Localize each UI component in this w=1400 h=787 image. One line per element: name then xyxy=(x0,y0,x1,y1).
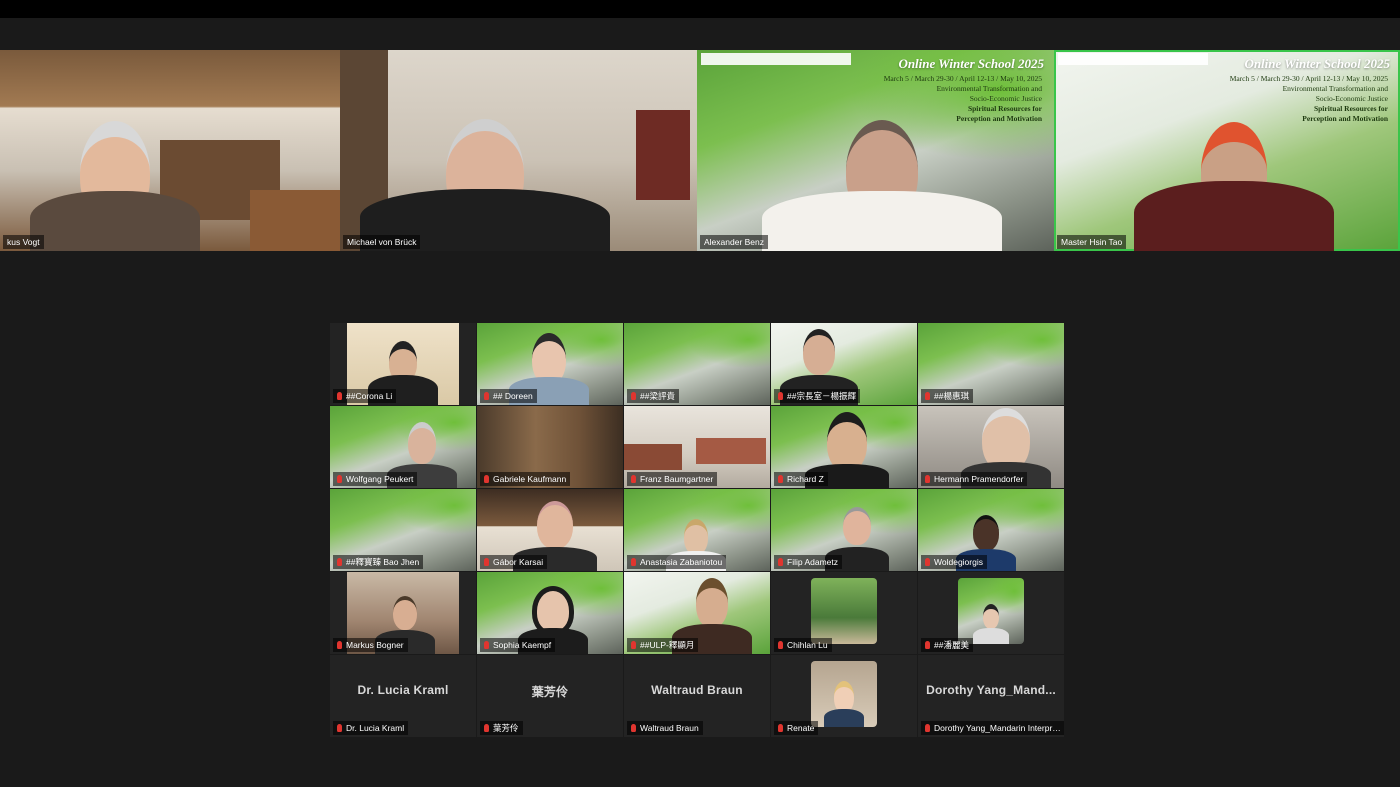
participant-video xyxy=(1134,86,1334,251)
participant-name: Waltraud Braun xyxy=(627,721,703,735)
gallery-tile[interactable]: Richard Z xyxy=(771,406,917,488)
gallery-tile[interactable]: Woldegiorgis xyxy=(918,489,1064,571)
speaker-tile-2[interactable]: Michael von Brück xyxy=(340,50,697,251)
speaker-name-label: kus Vogt xyxy=(3,235,44,249)
gallery-tile-camera-off[interactable]: Dr. Lucia Kraml Dr. Lucia Kraml xyxy=(330,655,476,737)
gallery-tile[interactable]: Franz Baumgartner xyxy=(624,406,770,488)
gallery-tile[interactable]: Gabriele Kaufmann xyxy=(477,406,623,488)
participant-name: Franz Baumgartner xyxy=(627,472,718,486)
gallery-tile-camera-off[interactable]: Dorothy Yang_Mand... Dorothy Yang_Mandar… xyxy=(918,655,1064,737)
camera-off-name: 葉芳伶 xyxy=(531,685,569,699)
banner-title: Online Winter School 2025 xyxy=(898,56,1044,71)
speaker-strip: kus Vogt Michael von Brück Online Winter… xyxy=(0,50,1400,251)
window-top-bar xyxy=(0,0,1400,18)
speaker-tile-3[interactable]: Online Winter School 2025 March 5 / Marc… xyxy=(697,50,1054,251)
gallery-tile[interactable]: Markus Bogner xyxy=(330,572,476,654)
video-thumbnail xyxy=(811,578,877,644)
gallery-tile[interactable]: Hermann Pramendorfer xyxy=(918,406,1064,488)
gallery-tile[interactable]: ##宗長室－楊振輝 xyxy=(771,323,917,405)
participant-name: ## Doreen xyxy=(480,389,537,403)
participant-name: Markus Bogner xyxy=(333,638,408,652)
camera-off-name: Dr. Lucia Kraml xyxy=(357,683,449,697)
wall-hanging xyxy=(636,110,690,200)
participant-name: ##潘麗美 xyxy=(921,638,973,652)
participant-name: Chihlan Lu xyxy=(774,638,832,652)
participant-name: Gábor Karsai xyxy=(480,555,548,569)
gallery-tile-camera-off[interactable]: 葉芳伶 葉芳伶 xyxy=(477,655,623,737)
participant-name: Gabriele Kaufmann xyxy=(480,472,571,486)
desk xyxy=(250,190,340,251)
participant-name: Hermann Pramendorfer xyxy=(921,472,1028,486)
organizer-logos xyxy=(1058,53,1208,65)
participant-video xyxy=(757,86,1007,251)
participant-name: ##ULP-釋顯月 xyxy=(627,638,699,652)
organizer-logos xyxy=(701,53,851,65)
gallery-tile[interactable]: Gábor Karsai xyxy=(477,489,623,571)
speaker-tile-1[interactable]: kus Vogt xyxy=(0,50,340,251)
gallery-tile[interactable]: ##梁評貴 xyxy=(624,323,770,405)
participant-name: Dr. Lucia Kraml xyxy=(333,721,409,735)
gallery-tile[interactable]: Sophia Kaempf xyxy=(477,572,623,654)
gallery-tile[interactable]: Filip Adametz xyxy=(771,489,917,571)
video-thumbnail xyxy=(811,661,877,727)
gallery-tile[interactable]: Anastasia Zabaniotou xyxy=(624,489,770,571)
participant-name: ##Corona Li xyxy=(333,389,397,403)
speaker-name-label: Alexander Benz xyxy=(700,235,769,249)
participant-gallery: ##Corona Li ## Doreen ##梁評貴 ##宗長室－楊振輝 ##… xyxy=(330,323,1066,737)
gallery-tile[interactable]: ##Corona Li xyxy=(330,323,476,405)
camera-off-name: Dorothy Yang_Mand... xyxy=(926,683,1056,697)
speaker-name-label: Master Hsin Tao xyxy=(1057,235,1127,249)
participant-name: Dorothy Yang_Mandarin Interpre... xyxy=(921,721,1064,735)
participant-name: Sophia Kaempf xyxy=(480,638,556,652)
participant-video xyxy=(360,81,610,251)
gallery-tile[interactable]: Chihlan Lu xyxy=(771,572,917,654)
participant-name: Filip Adametz xyxy=(774,555,843,569)
banner-title: Online Winter School 2025 xyxy=(1244,56,1390,71)
camera-off-name: Waltraud Braun xyxy=(651,683,743,697)
participant-name: Woldegiorgis xyxy=(921,555,987,569)
gallery-tile[interactable]: ##楊惠琪 xyxy=(918,323,1064,405)
participant-name: ##楊惠琪 xyxy=(921,389,973,403)
speaker-name-label: Michael von Brück xyxy=(343,235,421,249)
participant-name: ##宗長室－楊振輝 xyxy=(774,389,860,403)
video-thumbnail xyxy=(958,578,1024,644)
wall-picture xyxy=(624,444,682,470)
gallery-tile[interactable]: Renate xyxy=(771,655,917,737)
participant-name: Renate xyxy=(774,721,819,735)
gallery-tile-camera-off[interactable]: Waltraud Braun Waltraud Braun xyxy=(624,655,770,737)
participant-name: Richard Z xyxy=(774,472,828,486)
gallery-tile[interactable]: Wolfgang Peukert xyxy=(330,406,476,488)
speaker-tile-active[interactable]: Online Winter School 2025 March 5 / Marc… xyxy=(1054,50,1400,251)
participant-video xyxy=(30,81,200,251)
gallery-tile[interactable]: ##潘麗美 xyxy=(918,572,1064,654)
participant-name: Anastasia Zabaniotou xyxy=(627,555,727,569)
wall-picture xyxy=(696,438,766,464)
participant-name: ##釋寶臻 Bao Jhen xyxy=(333,555,424,569)
gallery-tile[interactable]: ##ULP-釋顯月 xyxy=(624,572,770,654)
participant-name: Wolfgang Peukert xyxy=(333,472,418,486)
gallery-tile[interactable]: ##釋寶臻 Bao Jhen xyxy=(330,489,476,571)
gallery-tile[interactable]: ## Doreen xyxy=(477,323,623,405)
participant-name: ##梁評貴 xyxy=(627,389,679,403)
participant-name: 葉芳伶 xyxy=(480,721,523,735)
